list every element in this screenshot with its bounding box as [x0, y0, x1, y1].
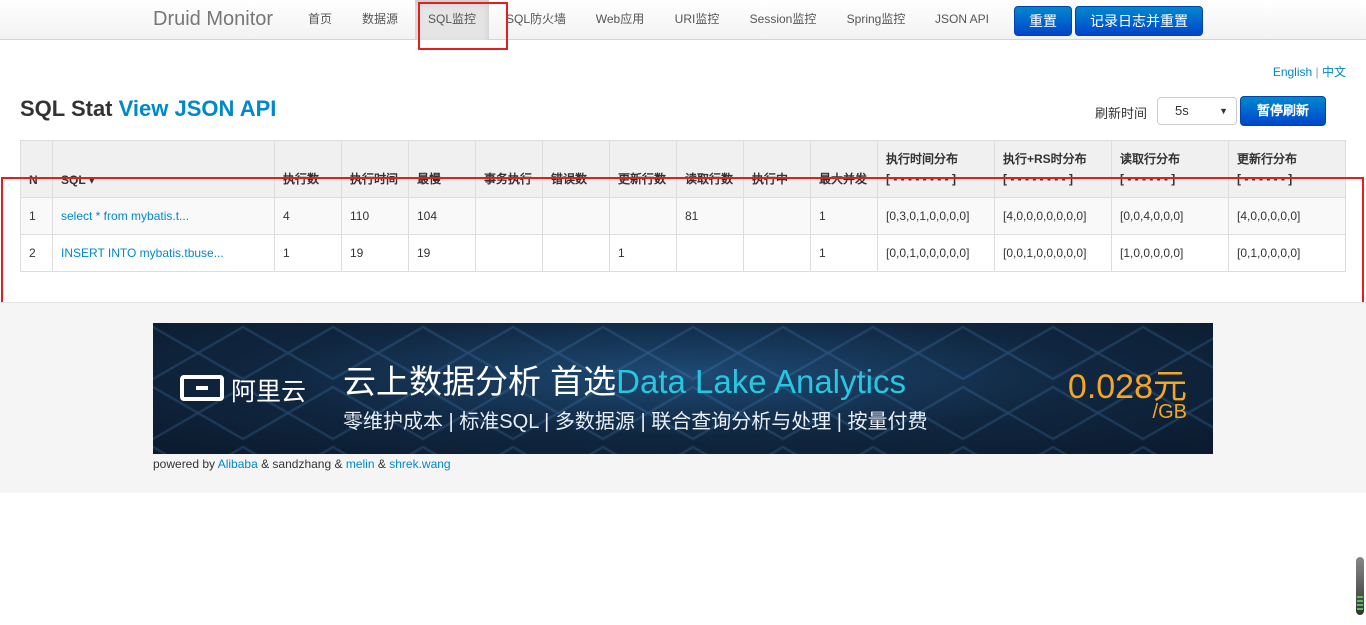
- cell-running: [743, 197, 811, 235]
- cell-update-rows-histogram: [4,0,0,0,0,0]: [1228, 197, 1346, 235]
- powered-by: powered by Alibaba & sandzhang & melin &…: [153, 457, 451, 471]
- banner-title-accent: Data Lake Analytics: [616, 363, 907, 400]
- cell-exec-time-histogram: [0,0,1,0,0,0,0,0]: [877, 234, 995, 272]
- header-exec-count[interactable]: 执行数: [274, 140, 342, 198]
- nav-home[interactable]: 首页: [296, 0, 344, 40]
- refresh-interval-label: 刷新时间: [1095, 106, 1148, 121]
- language-switch: English | 中文: [1273, 63, 1346, 80]
- chevron-down-icon: ▼: [1219, 106, 1228, 116]
- cell-update-rows-histogram: [0,1,0,0,0,0]: [1228, 234, 1346, 272]
- header-exec-rs-histogram-range: [ - - - - - - - - ]: [1003, 172, 1073, 186]
- view-json-api-link[interactable]: View JSON API: [119, 96, 277, 121]
- aliyun-logo-icon: [180, 375, 224, 401]
- header-read-rows-histogram-range: [ - - - - - - ]: [1120, 172, 1176, 186]
- header-slowest[interactable]: 最慢: [408, 140, 476, 198]
- cell-exec-count: 1: [274, 234, 342, 272]
- header-running[interactable]: 执行中: [743, 140, 811, 198]
- cell-error-count: [542, 197, 610, 235]
- lang-english-link[interactable]: English: [1273, 65, 1312, 79]
- cell-max-concurrent: 1: [810, 234, 878, 272]
- cell-exec-time: 19: [341, 234, 409, 272]
- nav-sql-monitor[interactable]: SQL监控: [415, 0, 489, 40]
- header-error-count[interactable]: 错误数: [542, 140, 610, 198]
- refresh-interval-value: 5s: [1175, 103, 1189, 118]
- header-n: N: [20, 140, 53, 198]
- powered-by-sep1: & sandzhang &: [261, 457, 343, 471]
- reset-button[interactable]: 重置: [1014, 6, 1072, 36]
- lang-separator: |: [1315, 65, 1319, 79]
- cell-read-rows-histogram: [1,0,0,0,0,0]: [1111, 234, 1229, 272]
- cell-exec-rs-histogram: [4,0,0,0,0,0,0,0]: [994, 197, 1112, 235]
- cell-max-concurrent: 1: [810, 197, 878, 235]
- cell-error-count: [542, 234, 610, 272]
- nav-sql-firewall[interactable]: SQL防火墙: [497, 0, 575, 40]
- table-header-row: N SQL ▾ 执行数 执行时间 最慢 事务执行 错误数 更新行数 读取行数 执…: [20, 140, 1346, 198]
- page-title-text: SQL Stat: [20, 96, 113, 121]
- sql-stat-table: N SQL ▾ 执行数 执行时间 最慢 事务执行 错误数 更新行数 读取行数 执…: [20, 140, 1346, 272]
- cell-n: 1: [20, 197, 53, 235]
- header-tx-exec[interactable]: 事务执行: [475, 140, 543, 198]
- refresh-interval-select[interactable]: 5s ▼: [1157, 97, 1237, 125]
- banner-subtitle: 零维护成本 | 标准SQL | 多数据源 | 联合查询分析与处理 | 按量付费: [343, 411, 928, 433]
- powered-by-label: powered by: [153, 457, 216, 471]
- cell-sql-link[interactable]: select * from mybatis.t...: [52, 197, 275, 235]
- header-exec-time-histogram-label: 执行时间分布: [886, 152, 959, 166]
- banner-title-prefix: 云上数据分析 首选: [343, 363, 617, 400]
- aliyun-logo-text: 阿里云: [231, 378, 307, 406]
- nav-web-app[interactable]: Web应用: [586, 0, 654, 40]
- table-row: 2 INSERT INTO mybatis.tbuse... 1 19 19 1…: [20, 234, 1346, 272]
- header-sql[interactable]: SQL ▾: [52, 140, 275, 198]
- nav-json-api[interactable]: JSON API: [926, 0, 998, 40]
- lang-chinese-link[interactable]: 中文: [1322, 65, 1346, 79]
- cell-tx-exec: [475, 197, 543, 235]
- cell-slowest: 104: [408, 197, 476, 235]
- header-exec-rs-histogram-label: 执行+RS时分布: [1003, 152, 1087, 166]
- shrek-wang-link[interactable]: shrek.wang: [389, 457, 450, 471]
- header-update-rows[interactable]: 更新行数: [609, 140, 677, 198]
- ad-banner[interactable]: 阿里云 云上数据分析 首选Data Lake Analytics 零维护成本 |…: [153, 323, 1213, 454]
- powered-by-sep2: &: [377, 457, 386, 471]
- navbar: Druid Monitor 首页 数据源 SQL监控 SQL防火墙 Web应用 …: [0, 0, 1366, 40]
- scrollbar-grip-icon: [1357, 596, 1363, 612]
- cell-update-rows: [609, 197, 677, 235]
- cell-read-rows-histogram: [0,0,4,0,0,0]: [1111, 197, 1229, 235]
- cell-slowest: 19: [408, 234, 476, 272]
- banner-price-unit: /GB: [1152, 401, 1187, 423]
- header-max-concurrent[interactable]: 最大并发: [810, 140, 878, 198]
- cell-read-rows: 81: [676, 197, 744, 235]
- page-title: SQL Stat View JSON API: [20, 96, 276, 122]
- alibaba-link[interactable]: Alibaba: [218, 457, 258, 471]
- cell-read-rows: [676, 234, 744, 272]
- cell-running: [743, 234, 811, 272]
- banner-title: 云上数据分析 首选Data Lake Analytics: [343, 355, 906, 403]
- cell-exec-count: 4: [274, 197, 342, 235]
- nav-uri-monitor[interactable]: URI监控: [665, 0, 729, 40]
- header-read-rows-histogram-label: 读取行分布: [1120, 152, 1181, 166]
- header-exec-time[interactable]: 执行时间: [341, 140, 409, 198]
- nav-datasource[interactable]: 数据源: [352, 0, 408, 40]
- header-update-rows-histogram: 更新行分布 [ - - - - - - ]: [1228, 140, 1346, 198]
- pause-refresh-button[interactable]: 暂停刷新: [1240, 96, 1326, 126]
- header-read-rows[interactable]: 读取行数: [676, 140, 744, 198]
- melin-link[interactable]: melin: [346, 457, 375, 471]
- cell-update-rows: 1: [609, 234, 677, 272]
- cell-exec-time-histogram: [0,3,0,1,0,0,0,0]: [877, 197, 995, 235]
- log-and-reset-button[interactable]: 记录日志并重置: [1075, 6, 1203, 36]
- header-exec-rs-histogram: 执行+RS时分布 [ - - - - - - - - ]: [994, 140, 1112, 198]
- cell-tx-exec: [475, 234, 543, 272]
- brand-title[interactable]: Druid Monitor: [153, 8, 273, 31]
- cell-exec-time: 110: [341, 197, 409, 235]
- nav-spring-monitor[interactable]: Spring监控: [836, 0, 916, 40]
- header-update-rows-histogram-range: [ - - - - - - ]: [1237, 172, 1293, 186]
- cell-sql-link[interactable]: INSERT INTO mybatis.tbuse...: [52, 234, 275, 272]
- cell-exec-rs-histogram: [0,0,1,0,0,0,0,0]: [994, 234, 1112, 272]
- header-exec-time-histogram: 执行时间分布 [ - - - - - - - - ]: [877, 140, 995, 198]
- cell-n: 2: [20, 234, 53, 272]
- header-update-rows-histogram-label: 更新行分布: [1237, 152, 1298, 166]
- header-exec-time-histogram-range: [ - - - - - - - - ]: [886, 172, 956, 186]
- table-row: 1 select * from mybatis.t... 4 110 104 8…: [20, 197, 1346, 235]
- header-read-rows-histogram: 读取行分布 [ - - - - - - ]: [1111, 140, 1229, 198]
- nav-session-monitor[interactable]: Session监控: [740, 0, 826, 40]
